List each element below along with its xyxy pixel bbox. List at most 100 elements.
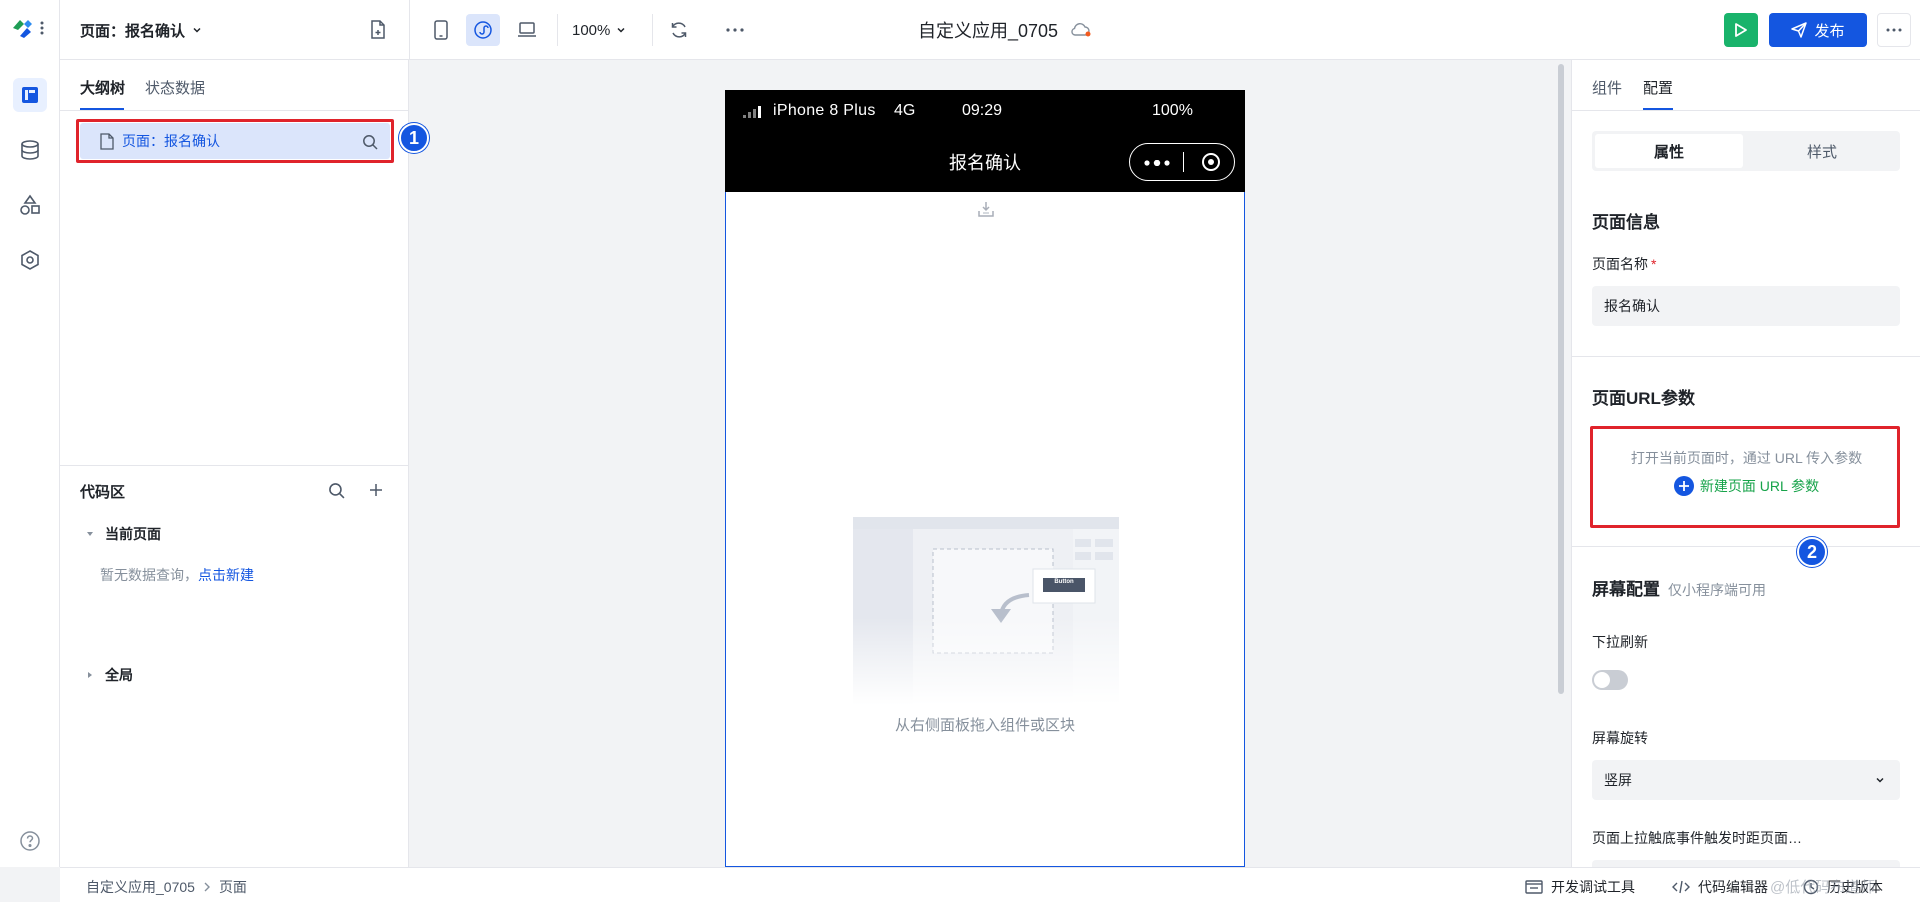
cloud-sync-icon — [1070, 22, 1092, 38]
mobile-view-icon[interactable] — [425, 14, 457, 46]
capsule-divider — [1183, 152, 1184, 172]
illustration-button-label: Button — [1054, 579, 1074, 585]
network-type: 4G — [894, 102, 916, 119]
code-icon — [1672, 880, 1690, 894]
code-area-title: 代码区 — [80, 484, 126, 501]
segment-styles[interactable]: 样式 — [1747, 134, 1897, 168]
rotate-select[interactable]: 竖屏 — [1592, 760, 1900, 800]
toggle-knob — [1594, 672, 1610, 688]
pull-refresh-toggle[interactable] — [1592, 670, 1628, 690]
annotation-marker-1: 1 — [399, 123, 429, 153]
segment-properties[interactable]: 属性 — [1595, 134, 1743, 168]
tab-components[interactable]: 组件 — [1592, 77, 1622, 98]
miniprogram-view-icon[interactable] — [466, 14, 500, 46]
chevron-down-icon — [1874, 774, 1886, 786]
empty-canvas-hint: 从右侧面板拖入组件或区块 — [894, 717, 1075, 734]
page-info-title: 页面信息 — [1592, 213, 1660, 232]
status-time: 09:29 — [962, 102, 1003, 119]
breadcrumb-app[interactable]: 自定义应用_0705 — [86, 877, 195, 897]
divider — [652, 14, 653, 46]
settings-hex-icon[interactable] — [13, 243, 47, 277]
drop-zone[interactable]: Button 从右侧面板拖入组件或区块 — [725, 192, 1245, 867]
chevron-right-icon — [203, 882, 211, 892]
breadcrumb-page[interactable]: 页面 — [219, 877, 247, 897]
add-icon[interactable] — [368, 482, 384, 498]
url-params-title: 页面URL参数 — [1592, 389, 1695, 408]
screen-config-label: 屏幕配置 — [1592, 580, 1660, 599]
divider — [1572, 356, 1920, 357]
global-label: 全局 — [105, 667, 133, 683]
divider — [60, 110, 408, 111]
code-editor-label: 代码编辑器 — [1698, 879, 1768, 895]
required-mark: * — [1651, 256, 1657, 272]
components-icon[interactable] — [13, 188, 47, 222]
help-icon[interactable] — [13, 824, 47, 858]
divider — [60, 465, 408, 466]
divider — [1572, 546, 1920, 547]
database-icon[interactable] — [13, 133, 47, 167]
tab-outline[interactable]: 大纲树 — [80, 77, 125, 98]
left-rail — [0, 0, 60, 867]
reach-bottom-label: 页面上拉触底事件触发时距页面… — [1592, 830, 1802, 846]
app-logo-icon[interactable] — [10, 16, 46, 40]
publish-button[interactable]: 发布 — [1769, 13, 1867, 47]
add-page-icon[interactable] — [366, 18, 390, 42]
rotate-value: 竖屏 — [1604, 772, 1632, 788]
signal-icon — [743, 104, 763, 118]
phone-frame: iPhone 8 Plus 4G 09:29 100% 报名确认 Button … — [725, 90, 1245, 867]
current-page-label: 当前页面 — [105, 526, 161, 542]
create-query-link[interactable]: 点击新建 — [198, 567, 254, 583]
caret-right-icon — [85, 670, 95, 680]
search-icon[interactable] — [328, 482, 345, 499]
annotation-marker-2: 2 — [1797, 537, 1827, 567]
empty-illustration: Button — [852, 516, 1120, 706]
canvas-scrollbar[interactable] — [1558, 64, 1564, 694]
page-selector-label: 页面：报名确认 — [80, 22, 186, 40]
watermark: @低代码布道师 — [1770, 879, 1876, 896]
tab-state-data[interactable]: 状态数据 — [145, 77, 205, 98]
empty-query-hint: 暂无数据查询，点击新建 — [100, 565, 254, 585]
screen-config-note: 仅小程序端可用 — [1668, 582, 1766, 598]
zoom-select[interactable]: 100% — [572, 16, 627, 44]
page-name-label: 页面名称 * — [1592, 254, 1656, 274]
more-icon[interactable] — [721, 16, 749, 44]
zoom-value: 100% — [572, 21, 611, 39]
chevron-down-icon — [615, 24, 627, 36]
screen-config-title: 屏幕配置 仅小程序端可用 — [1592, 575, 1766, 600]
outline-nav-icon[interactable] — [13, 78, 47, 112]
publish-label: 发布 — [1814, 22, 1845, 40]
breadcrumb: 自定义应用_0705 页面 — [86, 877, 247, 897]
tree-group-global[interactable]: 全局 — [85, 665, 133, 685]
capsule-button[interactable] — [1129, 143, 1235, 181]
devtools-icon — [1525, 880, 1543, 894]
code-editor-button[interactable]: 代码编辑器 — [1672, 877, 1768, 897]
reach-bottom-input[interactable] — [1592, 860, 1900, 867]
app-title-group: 自定义应用_0705 — [918, 17, 1092, 43]
dev-tools-button[interactable]: 开发调试工具 — [1525, 877, 1635, 897]
desktop-view-icon[interactable] — [511, 14, 543, 46]
device-name: iPhone 8 Plus — [773, 102, 876, 119]
run-preview-button[interactable] — [1724, 13, 1758, 47]
drop-target-icon — [977, 200, 995, 218]
annotation-box-1 — [76, 119, 394, 163]
chevron-down-icon — [191, 24, 203, 36]
divider — [557, 14, 558, 46]
page-name-input[interactable]: 报名确认 — [1592, 286, 1900, 326]
divider — [1572, 110, 1920, 111]
phone-header: iPhone 8 Plus 4G 09:29 100% 报名确认 — [725, 90, 1245, 192]
left-panel: 大纲树 状态数据 页面：报名确认 代码区 当前页面 暂无数据查询，点击新建 全局 — [60, 60, 409, 867]
page-name-label-text: 页面名称 — [1592, 256, 1648, 272]
right-panel: 组件 配置 属性 样式 页面信息 页面名称 * 报名确认 页面URL参数 打开当前… — [1571, 60, 1920, 867]
close-target-icon[interactable] — [1201, 152, 1221, 172]
refresh-icon[interactable] — [665, 16, 693, 44]
page-selector[interactable]: 页面：报名确认 — [80, 18, 203, 42]
battery-level: 100% — [1152, 102, 1193, 119]
send-icon — [1791, 22, 1808, 38]
divider — [409, 0, 410, 60]
dev-tools-label: 开发调试工具 — [1551, 879, 1635, 895]
more-actions-button[interactable] — [1877, 13, 1911, 47]
top-toolbar: 页面：报名确认 100% 自定义应用_0705 发布 — [60, 0, 1920, 60]
tab-config[interactable]: 配置 — [1643, 77, 1673, 98]
tree-group-current-page[interactable]: 当前页面 — [85, 524, 161, 544]
more-dots-icon[interactable] — [1144, 160, 1170, 166]
